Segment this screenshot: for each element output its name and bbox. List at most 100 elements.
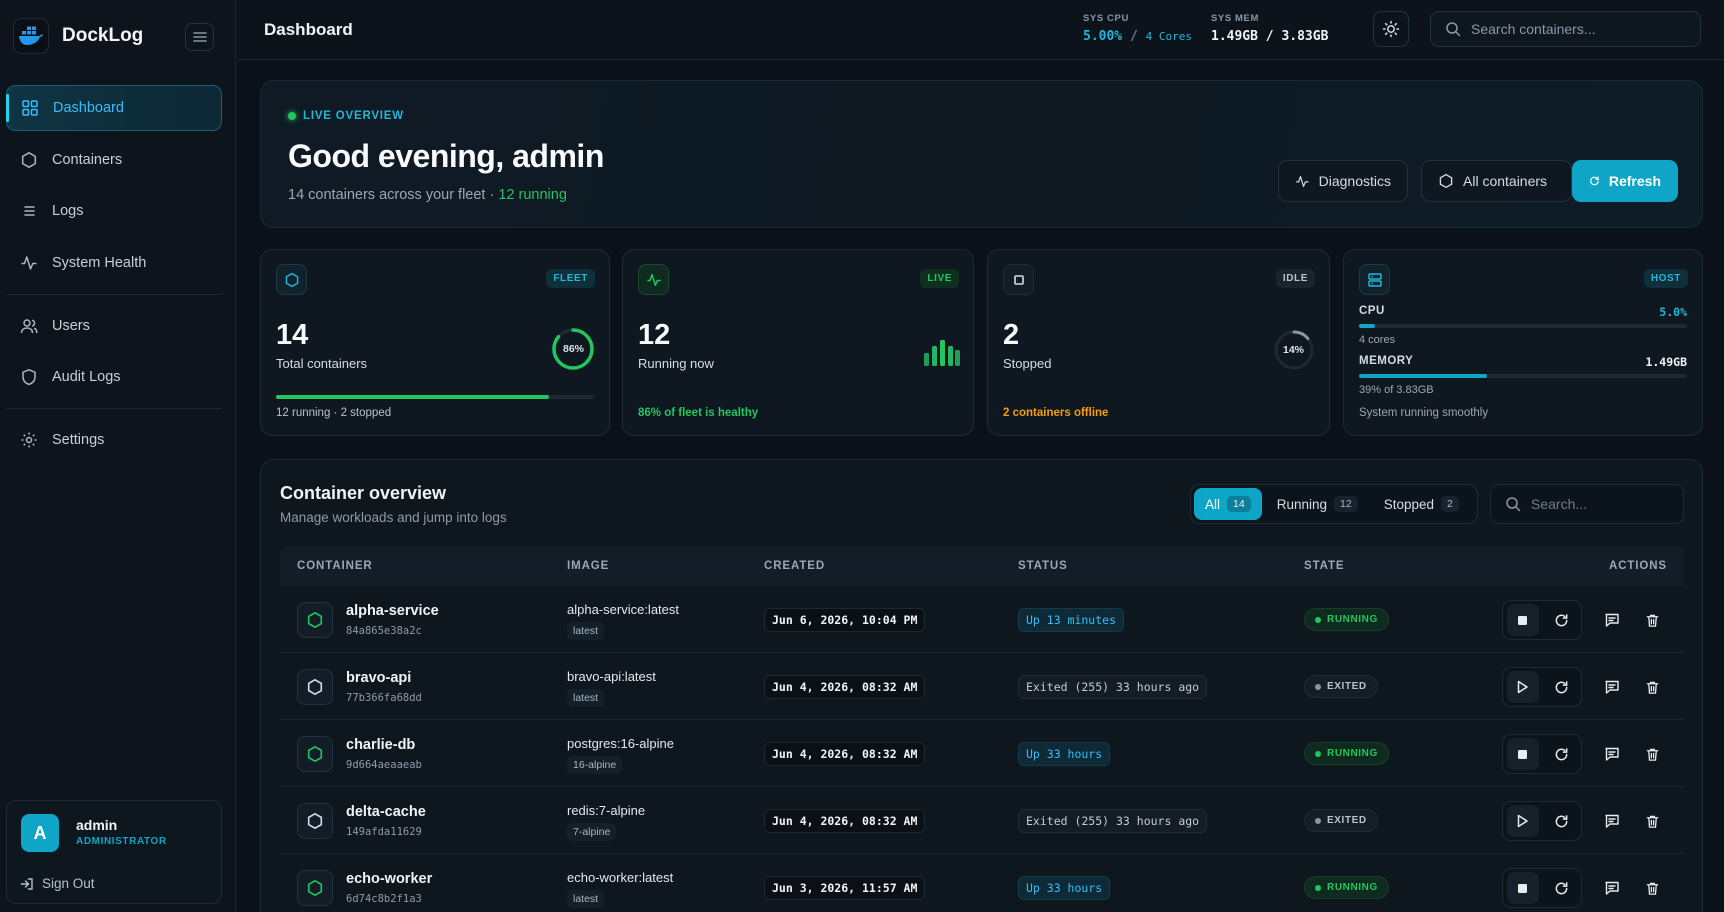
table-row[interactable]: echo-worker 6d74c8b2f1a3 echo-worker:lat… — [280, 854, 1684, 912]
sidebar-item-label: Dashboard — [53, 100, 124, 116]
user-card: A admin ADMINISTRATOR Sign Out — [6, 800, 222, 904]
hexagon-icon — [297, 803, 333, 839]
delete-button[interactable] — [1636, 604, 1668, 636]
sidebar-item-dashboard[interactable]: Dashboard — [6, 85, 222, 131]
created-date: Jun 4, 2026, 08:32 AM — [764, 809, 926, 833]
brand[interactable]: DockLog — [13, 18, 143, 54]
hexagon-icon — [297, 870, 333, 906]
refresh-icon — [1555, 613, 1568, 626]
lifecycle-actions — [1502, 734, 1582, 774]
table-row[interactable]: charlie-db 9d664aeaaeab postgres:16-alpi… — [280, 720, 1684, 787]
container-search-input[interactable]: Search... — [1490, 484, 1684, 524]
container-name[interactable]: delta-cache — [346, 804, 426, 820]
trash-icon — [1646, 748, 1658, 761]
diagnostics-button[interactable]: Diagnostics — [1278, 160, 1408, 202]
restart-button[interactable] — [1546, 604, 1578, 636]
logs-button[interactable] — [1596, 805, 1628, 837]
stop-icon — [1518, 749, 1527, 759]
table-header: CONTAINER IMAGE CREATED STATUS STATE ACT… — [280, 546, 1684, 586]
sys-cpu-stat: SYS CPU 5.00% / 4 Cores — [1083, 13, 1192, 44]
sidebar-item-system-health[interactable]: System Health — [6, 240, 222, 286]
fleet-summary: 14 containers across your fleet · 12 run… — [288, 187, 567, 203]
container-id: 77b366fa68dd — [346, 692, 422, 704]
stopped-label: Stopped — [1003, 356, 1052, 371]
table-row[interactable]: bravo-api 77b366fa68dd bravo-api:latest … — [280, 653, 1684, 720]
sys-mem-label: SYS MEM — [1211, 13, 1260, 24]
host-mem-bar — [1359, 374, 1687, 378]
col-created[interactable]: CREATED — [764, 560, 825, 572]
logs-button[interactable] — [1596, 738, 1628, 770]
container-image: postgres:16-alpine — [567, 736, 674, 751]
users-icon — [20, 319, 38, 334]
sidebar-item-users[interactable]: Users — [6, 303, 222, 349]
user-role: ADMINISTRATOR — [76, 836, 167, 847]
search-icon — [1446, 22, 1461, 37]
start-button[interactable] — [1506, 805, 1539, 837]
col-container[interactable]: CONTAINER — [297, 560, 373, 572]
logs-button[interactable] — [1596, 604, 1628, 636]
start-button[interactable] — [1506, 671, 1539, 703]
created-date: Jun 3, 2026, 11:57 AM — [764, 876, 926, 900]
sidebar-item-containers[interactable]: Containers — [6, 137, 222, 183]
col-image[interactable]: IMAGE — [567, 560, 609, 572]
status-badge: Exited (255) 33 hours ago — [1018, 809, 1208, 833]
all-containers-button[interactable]: All containers — [1421, 160, 1572, 202]
delete-button[interactable] — [1636, 872, 1668, 904]
restart-button[interactable] — [1546, 872, 1578, 904]
filter-tab-running[interactable]: Running 12 — [1266, 488, 1369, 520]
sidebar-item-label: Containers — [52, 152, 123, 168]
image-tag: 7-alpine — [567, 823, 617, 841]
table-row[interactable]: delta-cache 149afda11629 redis:7-alpine … — [280, 787, 1684, 854]
sidebar-item-label: System Health — [52, 255, 147, 271]
delete-button[interactable] — [1636, 738, 1668, 770]
restart-button[interactable] — [1546, 671, 1578, 703]
theme-toggle-button[interactable] — [1373, 11, 1409, 47]
created-date: Jun 4, 2026, 08:32 AM — [764, 675, 926, 699]
delete-button[interactable] — [1636, 671, 1668, 703]
refresh-button[interactable]: Refresh — [1572, 160, 1678, 202]
total-containers-label: Total containers — [276, 356, 368, 371]
sidebar-item-settings[interactable]: Settings — [6, 417, 222, 463]
sign-out-label: Sign Out — [42, 876, 95, 891]
stop-button[interactable] — [1506, 604, 1539, 636]
filter-tab-stopped[interactable]: Stopped 2 — [1373, 488, 1470, 520]
sidebar-item-audit-logs[interactable]: Audit Logs — [6, 354, 222, 400]
image-tag: 16-alpine — [567, 756, 623, 774]
delete-button[interactable] — [1636, 805, 1668, 837]
sidebar-toggle-button[interactable] — [185, 23, 214, 51]
logs-button[interactable] — [1596, 872, 1628, 904]
lifecycle-actions — [1502, 667, 1582, 707]
col-status[interactable]: STATUS — [1018, 560, 1068, 572]
status-badge: Exited (255) 33 hours ago — [1018, 675, 1208, 699]
image-tag: latest — [567, 689, 605, 707]
restart-button[interactable] — [1546, 805, 1578, 837]
host-card: HOST CPU 5.0% 4 cores MEMORY 1.49GB 39% … — [1343, 249, 1703, 436]
container-name[interactable]: bravo-api — [346, 670, 411, 686]
sign-out-button[interactable]: Sign Out — [20, 876, 95, 891]
container-name[interactable]: echo-worker — [346, 871, 432, 887]
avatar[interactable]: A — [21, 814, 59, 852]
global-search-input[interactable]: Search containers... — [1430, 11, 1701, 47]
grid-icon — [22, 100, 38, 116]
sidebar-item-logs[interactable]: Logs — [6, 188, 222, 234]
idle-pill: IDLE — [1275, 269, 1315, 288]
restart-button[interactable] — [1546, 738, 1578, 770]
container-name[interactable]: charlie-db — [346, 737, 415, 753]
message-icon — [1605, 613, 1619, 627]
activity-icon — [1296, 175, 1309, 187]
fleet-progress-fill — [276, 395, 550, 399]
logs-button[interactable] — [1596, 671, 1628, 703]
status-badge: Up 33 hours — [1018, 742, 1111, 766]
host-foot: System running smoothly — [1359, 407, 1489, 419]
container-name[interactable]: alpha-service — [346, 603, 439, 619]
table-row[interactable]: alpha-service 84a865e38a2c alpha-service… — [280, 586, 1684, 653]
host-cpu-sub: 4 cores — [1359, 334, 1396, 346]
container-image: alpha-service:latest — [567, 602, 679, 617]
search-placeholder: Search containers... — [1471, 21, 1596, 37]
stopped-card: IDLE 2 Stopped 14% 2 containers offline — [987, 249, 1330, 436]
stop-button[interactable] — [1506, 872, 1539, 904]
col-state[interactable]: STATE — [1304, 560, 1345, 572]
refresh-icon — [1555, 814, 1568, 827]
stop-button[interactable] — [1506, 738, 1539, 770]
filter-tab-all[interactable]: All 14 — [1194, 488, 1262, 520]
